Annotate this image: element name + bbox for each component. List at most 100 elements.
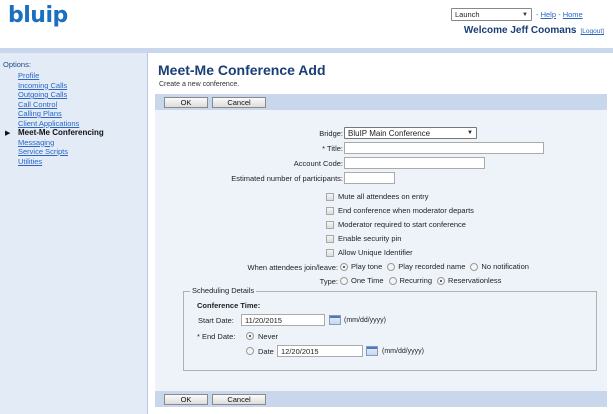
- title-input[interactable]: [344, 142, 544, 154]
- calendar-icon[interactable]: [366, 346, 378, 356]
- sidebar-item-messaging[interactable]: Messaging: [18, 138, 104, 148]
- ok-button[interactable]: OK: [164, 96, 208, 108]
- sidebar-item-label[interactable]: Service Scripts: [18, 147, 68, 156]
- play-tone-option[interactable]: Play tone: [340, 262, 382, 271]
- sidebar-item-label[interactable]: Profile: [18, 71, 39, 80]
- moderator-required-checkbox[interactable]: [326, 220, 334, 229]
- sidebar-item-label[interactable]: Client Applications: [18, 119, 79, 128]
- link-separator: -: [558, 10, 561, 19]
- cancel-button[interactable]: Cancel: [212, 96, 266, 108]
- conference-time-label: Conference Time:: [197, 301, 261, 310]
- security-pin-checkbox[interactable]: [326, 234, 334, 243]
- launch-select-value: Launch: [455, 10, 480, 19]
- sidebar-item-label[interactable]: Outgoing Calls: [18, 90, 67, 99]
- mute-attendees-row: Mute all attendees on entry: [326, 192, 428, 201]
- recurring-option[interactable]: Recurring: [388, 276, 433, 285]
- security-pin-label: Enable security pin: [338, 234, 402, 243]
- participants-input[interactable]: [344, 172, 395, 184]
- type-radio-group: One Time Recurring Reservationless: [340, 276, 506, 285]
- end-never-radio[interactable]: [246, 332, 254, 340]
- sidebar-item-incoming-calls[interactable]: Incoming Calls: [18, 81, 104, 91]
- sidebar-item-profile[interactable]: Profile: [18, 71, 104, 81]
- sidebar-item-label[interactable]: Call Control: [18, 100, 57, 109]
- sidebar-item-label[interactable]: Incoming Calls: [18, 81, 67, 90]
- sidebar-item-calling-plans[interactable]: Calling Plans: [18, 109, 104, 119]
- sidebar-item-service-scripts[interactable]: Service Scripts: [18, 147, 104, 157]
- page-title: Meet-Me Conference Add: [158, 62, 326, 78]
- sidebar-item-label[interactable]: Utilities: [18, 157, 42, 166]
- sidebar-item-label[interactable]: Meet-Me Conferencing: [18, 128, 104, 137]
- end-date-hint: (mm/dd/yyyy): [382, 348, 424, 355]
- one-time-option[interactable]: One Time: [340, 276, 384, 285]
- sidebar-title: Options:: [3, 60, 31, 69]
- one-time-label: One Time: [351, 276, 384, 285]
- type-label: Type:: [319, 277, 338, 286]
- mute-attendees-label: Mute all attendees on entry: [338, 192, 429, 201]
- recurring-radio[interactable]: [388, 276, 397, 285]
- sidebar-item-utilities[interactable]: Utilities: [18, 157, 104, 167]
- page-subtitle: Create a new conference.: [159, 81, 240, 88]
- top-links: - Help - Home: [536, 10, 583, 19]
- account-code-input[interactable]: [344, 157, 485, 169]
- chevron-down-icon: ▼: [522, 11, 528, 18]
- launch-area: Launch ▼ - Help - Home: [451, 8, 583, 21]
- bridge-label: Bridge:: [319, 129, 343, 138]
- sidebar-item-label[interactable]: Messaging: [18, 138, 54, 147]
- recurring-label: Recurring: [399, 276, 433, 285]
- sidebar: Options: Profile Incoming Calls Outgoing…: [0, 53, 148, 414]
- play-tone-radio[interactable]: [340, 262, 348, 271]
- scheduling-details-fieldset: Scheduling Details Conference Time: Star…: [183, 286, 597, 371]
- participants-label: Estimated number of participants:: [231, 174, 343, 183]
- top-button-bar: OK Cancel: [155, 94, 607, 110]
- sidebar-item-outgoing-calls[interactable]: Outgoing Calls: [18, 90, 104, 100]
- one-time-radio[interactable]: [340, 276, 348, 285]
- launch-select[interactable]: Launch ▼: [451, 8, 532, 21]
- mute-attendees-checkbox[interactable]: [326, 192, 334, 201]
- sidebar-item-meet-me-conferencing[interactable]: ▶ Meet-Me Conferencing: [5, 128, 104, 138]
- main-content: Meet-Me Conference Add Create a new conf…: [149, 53, 613, 414]
- no-notification-radio[interactable]: [470, 262, 479, 271]
- start-date-input[interactable]: 11/20/2015: [241, 314, 325, 326]
- sidebar-nav: Profile Incoming Calls Outgoing Calls Ca…: [5, 71, 104, 167]
- bridge-select-value: BluIP Main Conference: [348, 128, 431, 138]
- reservationless-radio[interactable]: [437, 276, 446, 285]
- cancel-button[interactable]: Cancel: [212, 393, 266, 405]
- end-conference-label: End conference when moderator departs: [338, 206, 474, 215]
- end-never-label: Never: [258, 332, 279, 341]
- bluip-logo[interactable]: bluip: [8, 2, 68, 28]
- play-recorded-name-option[interactable]: Play recorded name: [387, 262, 465, 271]
- help-link[interactable]: Help: [541, 10, 556, 19]
- logout-link[interactable]: [Logout]: [581, 28, 605, 35]
- unique-identifier-label: Allow Unique Identifier: [338, 248, 413, 257]
- no-notification-option[interactable]: No notification: [470, 262, 529, 271]
- logo-text: bluip: [8, 2, 68, 28]
- end-date-radio[interactable]: [246, 347, 254, 355]
- chevron-down-icon: ▼: [467, 130, 473, 136]
- end-date-input[interactable]: 12/20/2015: [277, 345, 363, 357]
- scheduling-details-legend: Scheduling Details: [190, 286, 257, 295]
- moderator-required-row: Moderator required to start conference: [326, 220, 466, 229]
- calendar-icon[interactable]: [329, 315, 341, 325]
- join-leave-radio-group: Play tone Play recorded name No notifica…: [340, 262, 534, 271]
- end-date-option-label: Date: [258, 347, 274, 356]
- ok-button[interactable]: OK: [164, 393, 208, 405]
- sidebar-item-label[interactable]: Calling Plans: [18, 109, 62, 118]
- welcome-message: Welcome Jeff Coomans [Logout]: [464, 25, 604, 36]
- play-recorded-name-radio[interactable]: [387, 262, 396, 271]
- sidebar-item-client-applications[interactable]: Client Applications: [18, 119, 104, 129]
- account-code-label: Account Code:: [293, 159, 343, 168]
- reservationless-option[interactable]: Reservationless: [437, 276, 501, 285]
- end-conference-checkbox[interactable]: [326, 206, 334, 215]
- play-tone-label: Play tone: [351, 262, 383, 271]
- title-label: * Title:: [322, 144, 343, 153]
- home-link[interactable]: Home: [563, 10, 583, 19]
- play-recorded-name-label: Play recorded name: [398, 262, 466, 271]
- moderator-required-label: Moderator required to start conference: [338, 220, 466, 229]
- start-date-hint: (mm/dd/yyyy): [344, 317, 386, 324]
- form-panel: Bridge: BluIP Main Conference ▼ * Title:…: [155, 110, 607, 391]
- unique-identifier-row: Allow Unique Identifier: [326, 248, 413, 257]
- bridge-select[interactable]: BluIP Main Conference ▼: [344, 127, 477, 139]
- unique-identifier-checkbox[interactable]: [326, 248, 334, 257]
- sidebar-item-call-control[interactable]: Call Control: [18, 100, 104, 110]
- end-conference-row: End conference when moderator departs: [326, 206, 474, 215]
